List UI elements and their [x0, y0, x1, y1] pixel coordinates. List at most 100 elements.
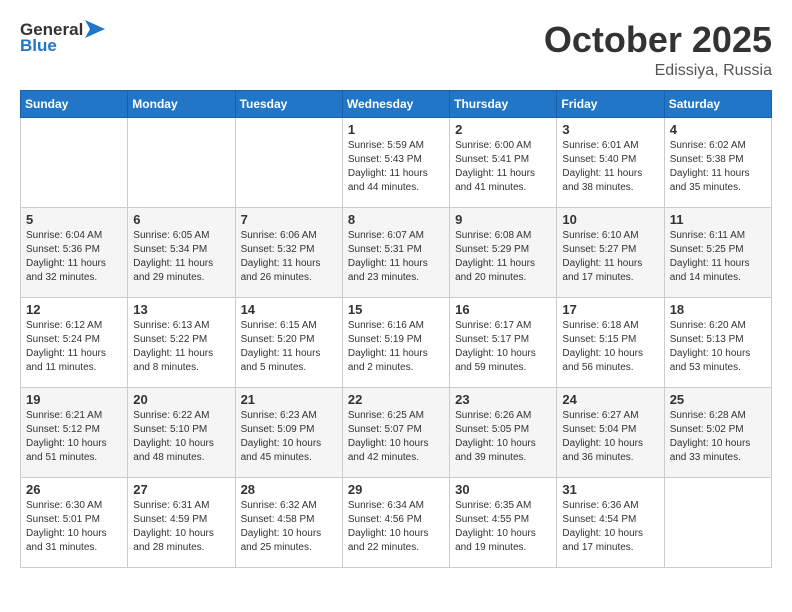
day-cell-4: 4 Sunrise: 6:02 AM Sunset: 5:38 PM Daylig… [664, 117, 771, 207]
month-title: October 2025 [544, 20, 772, 60]
day-cell-20: 20 Sunrise: 6:22 AM Sunset: 5:10 PM Dayli… [128, 387, 235, 477]
weekday-header-sunday: Sunday [21, 90, 128, 117]
day-cell-7: 7 Sunrise: 6:06 AM Sunset: 5:32 PM Daylig… [235, 207, 342, 297]
day-cell-13: 13Sunrise: 6:13 AM Sunset: 5:22 PM Dayli… [128, 297, 235, 387]
day-number: 4 [670, 122, 766, 137]
day-cell-27: 27Sunrise: 6:31 AM Sunset: 4:59 PM Dayli… [128, 477, 235, 567]
week-row-3: 12Sunrise: 6:12 AM Sunset: 5:24 PM Dayli… [21, 297, 772, 387]
day-info: Sunrise: 6:04 AM Sunset: 5:36 PM Dayligh… [26, 230, 106, 283]
day-cell-3: 3 Sunrise: 6:01 AM Sunset: 5:40 PM Daylig… [557, 117, 664, 207]
day-cell-29: 29 Sunrise: 6:34 AM Sunset: 4:56 PM Dayli… [342, 477, 449, 567]
title-area: October 2025 Edissiya, Russia [544, 20, 772, 80]
day-cell-12: 12Sunrise: 6:12 AM Sunset: 5:24 PM Dayli… [21, 297, 128, 387]
day-number: 5 [26, 212, 122, 227]
day-info: Sunrise: 5:59 AM Sunset: 5:43 PM Dayligh… [348, 140, 428, 193]
day-number: 29 [348, 482, 444, 497]
weekday-header-saturday: Saturday [664, 90, 771, 117]
week-row-4: 19 Sunrise: 6:21 AM Sunset: 5:12 PM Dayli… [21, 387, 772, 477]
day-cell-1: 1 Sunrise: 5:59 AM Sunset: 5:43 PM Daylig… [342, 117, 449, 207]
day-cell-10: 10Sunrise: 6:10 AM Sunset: 5:27 PM Dayli… [557, 207, 664, 297]
day-cell-23: 23Sunrise: 6:26 AM Sunset: 5:05 PM Dayli… [450, 387, 557, 477]
calendar-table: SundayMondayTuesdayWednesdayThursdayFrid… [20, 90, 772, 568]
day-number: 21 [241, 392, 337, 407]
day-info: Sunrise: 6:18 AM Sunset: 5:15 PM Dayligh… [562, 320, 643, 373]
day-info: Sunrise: 6:22 AM Sunset: 5:10 PM Dayligh… [133, 410, 214, 463]
logo: General Blue [20, 20, 105, 56]
day-number: 17 [562, 302, 658, 317]
day-cell-9: 9 Sunrise: 6:08 AM Sunset: 5:29 PM Daylig… [450, 207, 557, 297]
day-info: Sunrise: 6:13 AM Sunset: 5:22 PM Dayligh… [133, 320, 213, 373]
day-number: 16 [455, 302, 551, 317]
empty-cell [128, 117, 235, 207]
day-number: 6 [133, 212, 229, 227]
day-info: Sunrise: 6:35 AM Sunset: 4:55 PM Dayligh… [455, 500, 536, 553]
day-info: Sunrise: 6:21 AM Sunset: 5:12 PM Dayligh… [26, 410, 107, 463]
day-cell-2: 2Sunrise: 6:00 AM Sunset: 5:41 PM Daylig… [450, 117, 557, 207]
page-container: General Blue October 2025 Edissiya, Russ… [0, 0, 792, 578]
day-number: 7 [241, 212, 337, 227]
day-number: 8 [348, 212, 444, 227]
day-cell-30: 30 Sunrise: 6:35 AM Sunset: 4:55 PM Dayli… [450, 477, 557, 567]
day-cell-31: 31 Sunrise: 6:36 AM Sunset: 4:54 PM Dayli… [557, 477, 664, 567]
day-info: Sunrise: 6:07 AM Sunset: 5:31 PM Dayligh… [348, 230, 428, 283]
day-number: 19 [26, 392, 122, 407]
day-info: Sunrise: 6:36 AM Sunset: 4:54 PM Dayligh… [562, 500, 643, 553]
empty-cell [664, 477, 771, 567]
day-info: Sunrise: 6:32 AM Sunset: 4:58 PM Dayligh… [241, 500, 322, 553]
day-cell-21: 21Sunrise: 6:23 AM Sunset: 5:09 PM Dayli… [235, 387, 342, 477]
day-number: 28 [241, 482, 337, 497]
day-cell-22: 22Sunrise: 6:25 AM Sunset: 5:07 PM Dayli… [342, 387, 449, 477]
header: General Blue October 2025 Edissiya, Russ… [20, 20, 772, 80]
day-number: 1 [348, 122, 444, 137]
location-title: Edissiya, Russia [544, 62, 772, 80]
day-info: Sunrise: 6:16 AM Sunset: 5:19 PM Dayligh… [348, 320, 428, 373]
day-cell-5: 5 Sunrise: 6:04 AM Sunset: 5:36 PM Daylig… [21, 207, 128, 297]
day-info: Sunrise: 6:17 AM Sunset: 5:17 PM Dayligh… [455, 320, 536, 373]
day-cell-15: 15 Sunrise: 6:16 AM Sunset: 5:19 PM Dayli… [342, 297, 449, 387]
day-number: 18 [670, 302, 766, 317]
day-cell-28: 28 Sunrise: 6:32 AM Sunset: 4:58 PM Dayli… [235, 477, 342, 567]
day-info: Sunrise: 6:34 AM Sunset: 4:56 PM Dayligh… [348, 500, 429, 553]
day-cell-8: 8 Sunrise: 6:07 AM Sunset: 5:31 PM Daylig… [342, 207, 449, 297]
day-info: Sunrise: 6:01 AM Sunset: 5:40 PM Dayligh… [562, 140, 642, 193]
day-number: 11 [670, 212, 766, 227]
day-info: Sunrise: 6:25 AM Sunset: 5:07 PM Dayligh… [348, 410, 429, 463]
day-number: 27 [133, 482, 229, 497]
day-number: 20 [133, 392, 229, 407]
weekday-header-monday: Monday [128, 90, 235, 117]
logo-bird-icon [85, 20, 105, 38]
day-number: 26 [26, 482, 122, 497]
day-number: 9 [455, 212, 551, 227]
day-number: 25 [670, 392, 766, 407]
logo-blue-text: Blue [20, 36, 57, 56]
day-number: 15 [348, 302, 444, 317]
empty-cell [235, 117, 342, 207]
day-cell-16: 16 Sunrise: 6:17 AM Sunset: 5:17 PM Dayli… [450, 297, 557, 387]
day-info: Sunrise: 6:11 AM Sunset: 5:25 PM Dayligh… [670, 230, 750, 283]
weekday-header-friday: Friday [557, 90, 664, 117]
weekday-header-wednesday: Wednesday [342, 90, 449, 117]
day-cell-6: 6 Sunrise: 6:05 AM Sunset: 5:34 PM Daylig… [128, 207, 235, 297]
weekday-header-tuesday: Tuesday [235, 90, 342, 117]
week-row-2: 5 Sunrise: 6:04 AM Sunset: 5:36 PM Daylig… [21, 207, 772, 297]
day-info: Sunrise: 6:20 AM Sunset: 5:13 PM Dayligh… [670, 320, 751, 373]
day-cell-18: 18 Sunrise: 6:20 AM Sunset: 5:13 PM Dayli… [664, 297, 771, 387]
day-number: 31 [562, 482, 658, 497]
day-info: Sunrise: 6:06 AM Sunset: 5:32 PM Dayligh… [241, 230, 321, 283]
day-cell-14: 14Sunrise: 6:15 AM Sunset: 5:20 PM Dayli… [235, 297, 342, 387]
day-info: Sunrise: 6:05 AM Sunset: 5:34 PM Dayligh… [133, 230, 213, 283]
day-info: Sunrise: 6:02 AM Sunset: 5:38 PM Dayligh… [670, 140, 750, 193]
week-row-5: 26Sunrise: 6:30 AM Sunset: 5:01 PM Dayli… [21, 477, 772, 567]
day-info: Sunrise: 6:27 AM Sunset: 5:04 PM Dayligh… [562, 410, 643, 463]
day-number: 30 [455, 482, 551, 497]
day-cell-11: 11 Sunrise: 6:11 AM Sunset: 5:25 PM Dayli… [664, 207, 771, 297]
day-number: 3 [562, 122, 658, 137]
day-cell-26: 26Sunrise: 6:30 AM Sunset: 5:01 PM Dayli… [21, 477, 128, 567]
day-info: Sunrise: 6:26 AM Sunset: 5:05 PM Dayligh… [455, 410, 536, 463]
weekday-header-thursday: Thursday [450, 90, 557, 117]
day-cell-25: 25Sunrise: 6:28 AM Sunset: 5:02 PM Dayli… [664, 387, 771, 477]
day-info: Sunrise: 6:12 AM Sunset: 5:24 PM Dayligh… [26, 320, 106, 373]
day-number: 14 [241, 302, 337, 317]
empty-cell [21, 117, 128, 207]
day-info: Sunrise: 6:08 AM Sunset: 5:29 PM Dayligh… [455, 230, 535, 283]
